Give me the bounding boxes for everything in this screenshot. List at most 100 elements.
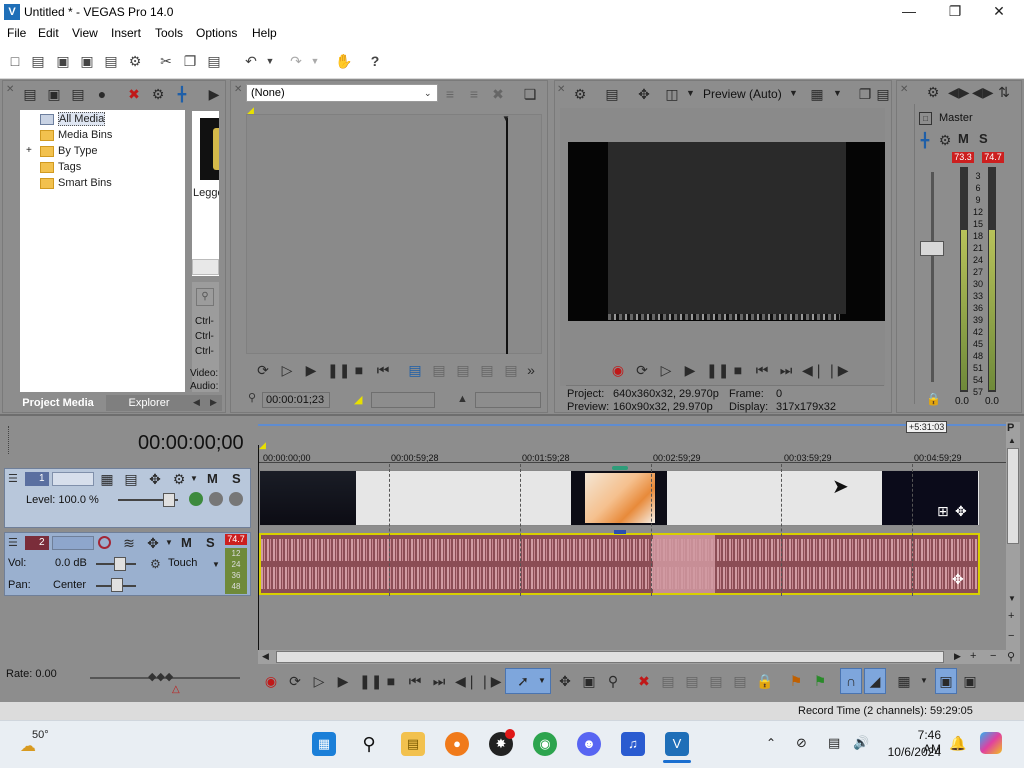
search-icon[interactable]: ⚲ [357, 732, 381, 756]
preview-go-to-end-icon[interactable]: ⏭ [778, 362, 794, 378]
trim-end-icon[interactable]: ▤ [708, 673, 724, 689]
video-track-mute-button[interactable]: M [207, 471, 218, 486]
master-mute-button[interactable]: M [958, 131, 969, 146]
media-more-arrow-icon[interactable]: ▶ [206, 86, 222, 102]
video-track-name-field[interactable] [52, 472, 94, 486]
menu-options[interactable]: Options [196, 26, 237, 40]
trimmer-tool-a-icon[interactable]: ▤ [431, 362, 447, 378]
trimmer-grip-icon[interactable]: ✕ [234, 84, 242, 95]
menu-edit[interactable]: Edit [38, 26, 59, 40]
preview-go-to-start-icon[interactable]: ⏮ [754, 362, 770, 378]
preview-quality-dropdown-icon[interactable]: ▼ [789, 88, 798, 98]
maximize-button[interactable]: ❐ [932, 0, 978, 24]
video-track-solo-button[interactable]: S [232, 471, 241, 486]
audio-automation-mode[interactable]: Touch [168, 557, 197, 569]
firefox-icon[interactable]: ● [445, 732, 469, 756]
preview-external-monitor-icon[interactable]: ◫ [664, 86, 680, 102]
dock-splitter[interactable] [0, 414, 1024, 416]
timeline-playhead[interactable] [258, 445, 259, 650]
preview-record-icon[interactable]: ◉ [610, 362, 626, 378]
timeline-vertical-zoom-icon[interactable]: P [1007, 422, 1014, 434]
zoom-edit-tool-icon[interactable]: ⚲ [605, 673, 621, 689]
next-frame-icon[interactable]: ❘▶ [479, 673, 502, 689]
preview-loop-icon[interactable]: ⟳ [634, 362, 650, 378]
discord-icon[interactable]: ☻ [577, 732, 601, 756]
media-scroll-strip[interactable] [192, 259, 219, 275]
trimmer-tool-d-icon[interactable]: ▤ [503, 362, 519, 378]
record-icon[interactable]: ◉ [263, 673, 279, 689]
expand-by-type-icon[interactable]: + [26, 144, 32, 158]
web-media-icon[interactable]: ● [94, 86, 110, 102]
tree-item-tags[interactable]: Tags [40, 160, 81, 174]
new-icon[interactable]: □ [7, 53, 23, 69]
vertical-zoom-out-icon[interactable]: − [1008, 630, 1014, 642]
undo-icon[interactable]: ↶ [243, 53, 259, 69]
close-button[interactable]: ✕ [976, 0, 1022, 24]
master-fx-icon[interactable]: ╋ [917, 132, 933, 148]
master-fader-handle[interactable] [920, 241, 944, 256]
mixer-grip-icon[interactable]: ✕ [900, 84, 908, 95]
split-icon[interactable]: ▤ [732, 673, 748, 689]
audio-event-fx-icon[interactable]: ✥ [952, 571, 964, 588]
insert-marker-icon[interactable]: ⚑ [788, 673, 804, 689]
preview-stop-icon[interactable]: ■ [730, 362, 746, 378]
file-explorer-icon[interactable]: ▤ [401, 732, 425, 756]
audio-track-fx-icon[interactable]: ✥ [145, 535, 161, 551]
preview-play-from-start-icon[interactable]: ▷ [658, 362, 674, 378]
menu-insert[interactable]: Insert [111, 26, 141, 40]
trimmer-loop-icon[interactable]: ⟳ [255, 362, 271, 378]
master-settings-gear-icon[interactable]: ⚙ [937, 132, 953, 148]
preview-monitor-dropdown-icon[interactable]: ▼ [686, 88, 695, 98]
video-track-color-icon[interactable] [189, 492, 203, 506]
trimmer-prev-frame-icon[interactable]: ⏮ [375, 362, 391, 378]
chrome-icon[interactable]: ◉ [533, 732, 557, 756]
play-icon[interactable]: ▶ [335, 673, 351, 689]
redo-dropdown-icon[interactable]: ▼ [307, 53, 323, 69]
trimmer-length-field[interactable] [475, 392, 541, 408]
stop-icon[interactable]: ■ [383, 673, 399, 689]
edit-tool-dropdown-icon[interactable]: ▼ [538, 676, 546, 685]
copilot-icon[interactable] [980, 732, 1002, 754]
vertical-zoom-in-icon[interactable]: + [1008, 610, 1014, 622]
save-as-icon[interactable]: ▣ [79, 53, 95, 69]
tree-item-by-type[interactable]: By Type [40, 144, 98, 158]
weather-temperature[interactable]: 50° [32, 729, 49, 741]
copy-icon[interactable]: ❐ [182, 53, 198, 69]
import-media-icon[interactable]: ▤ [22, 86, 38, 102]
mixer-lock-envelopes-icon[interactable]: ⇅ [996, 84, 1012, 100]
master-solo-button[interactable]: S [979, 131, 988, 146]
trimmer-selection-field[interactable] [371, 392, 435, 408]
notification-bell-icon[interactable]: 🔔 [949, 735, 966, 752]
trimmer-add-to-timeline-icon[interactable]: ▤ [407, 362, 423, 378]
mixer-dim-icon[interactable]: ◀▶ [972, 84, 994, 100]
preview-play-icon[interactable]: ▶ [682, 362, 698, 378]
trimmer-window-icon[interactable]: ❏ [522, 86, 538, 102]
menu-tools[interactable]: Tools [155, 26, 183, 40]
tree-item-smart-bins[interactable]: Smart Bins [40, 176, 112, 190]
vegas-taskbar-icon[interactable]: V [665, 732, 689, 756]
zoom-tool-icon[interactable]: ⚲ [1007, 650, 1015, 663]
vertical-scroll-up-icon[interactable]: ▲ [1008, 436, 1016, 445]
audio-arm-record-icon[interactable] [98, 536, 111, 549]
audio-vol-slider-handle[interactable] [114, 557, 126, 571]
video-track-fx-dropdown-icon[interactable]: ▼ [190, 474, 198, 483]
preview-copy-snapshot-icon[interactable]: ❐ [857, 86, 873, 102]
audio-track-collapse-icon[interactable]: ☰ [8, 536, 18, 549]
automation-mode-dropdown-icon[interactable]: ▼ [212, 560, 220, 569]
menu-view[interactable]: View [72, 26, 98, 40]
automation-gear-icon[interactable]: ⚙ [150, 557, 161, 571]
media-zoom-icon[interactable]: ⚲ [196, 288, 214, 306]
menu-help[interactable]: Help [252, 26, 277, 40]
start-windows-icon[interactable]: ▦ [312, 732, 336, 756]
video-compositing-mode-icon[interactable]: ▦ [99, 471, 115, 487]
preview-properties-gear-icon[interactable]: ⚙ [572, 86, 588, 102]
rate-slider-handle[interactable]: ◆◆◆ [148, 670, 173, 683]
video-parent-icon[interactable]: ✥ [147, 471, 163, 487]
capture-icon[interactable]: ▣ [46, 86, 62, 102]
vertical-scroll-down-icon[interactable]: ▼ [1008, 594, 1016, 603]
timeline-timecode[interactable]: 00:00:00;00 [138, 432, 244, 455]
audio-track-fx-dropdown-icon[interactable]: ▼ [165, 538, 173, 547]
video-fade-handle[interactable] [612, 466, 628, 470]
audio-pan-slider-handle[interactable] [111, 578, 123, 592]
timeline-end-marker[interactable]: +5:31:03 [906, 421, 948, 433]
